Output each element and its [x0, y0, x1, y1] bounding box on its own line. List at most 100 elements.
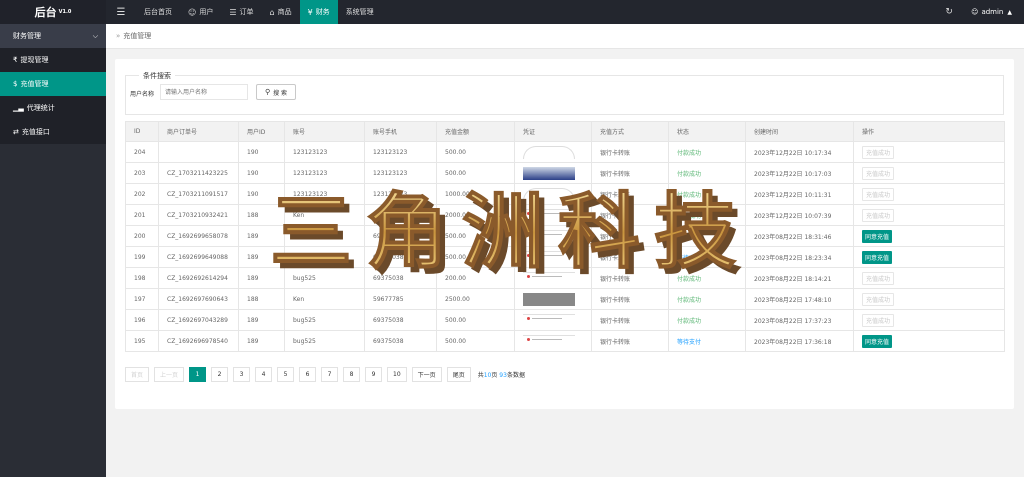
voucher-thumbnail[interactable]	[523, 229, 575, 243]
cell-action: 同意充值	[853, 225, 1005, 247]
voucher-thumbnail[interactable]	[523, 208, 575, 222]
cell-account: Ken	[284, 288, 365, 310]
cell-created: 2023年08月22日 18:31:46	[745, 225, 854, 247]
nav-home[interactable]: 后台首页	[136, 0, 180, 24]
cell-amount: 500.00	[436, 330, 515, 352]
status-badge: 等待支付	[677, 338, 702, 346]
pager-last[interactable]: 尾页	[446, 367, 471, 382]
nav-label: 订单	[239, 8, 254, 16]
cell-uid: 189	[238, 309, 285, 331]
nav-label: 财务	[315, 8, 330, 16]
approve-recharge-button[interactable]: 同意充值	[862, 250, 893, 264]
column-header: 充值方式	[591, 121, 669, 142]
approve-recharge-button[interactable]: 同意充值	[862, 334, 893, 348]
cell-order: CZ_1703210932421	[158, 204, 239, 226]
logo[interactable]: 后台 V1.0	[0, 0, 106, 24]
search-button-label: 搜 索	[273, 89, 288, 97]
nav-products[interactable]: ⌂ 商品	[262, 0, 300, 24]
pager-page[interactable]: 6	[299, 367, 317, 382]
voucher-thumbnail[interactable]	[523, 313, 575, 327]
search-input[interactable]	[160, 84, 248, 100]
nav-system[interactable]: 系统管理	[338, 0, 382, 24]
breadcrumb-current: 充值管理	[123, 32, 152, 40]
cell-phone: 69375038	[364, 309, 437, 331]
cell-phone: 123123123	[364, 141, 437, 163]
search-button[interactable]: ⚲ 搜 索	[256, 84, 296, 100]
pager-page[interactable]: 2	[211, 367, 229, 382]
header-right: ↻ ☺ admin ▲	[937, 0, 1024, 24]
pager-page[interactable]: 7	[321, 367, 339, 382]
breadcrumb: » 充值管理	[106, 24, 1024, 49]
sidebar-group-finance[interactable]: 财务管理 ⌵	[0, 24, 106, 48]
recharge-success-button[interactable]: 充值成功	[862, 145, 895, 159]
pager-page[interactable]: 9	[365, 367, 383, 382]
status-badge: 付款成功	[677, 317, 702, 325]
recharge-success-button[interactable]: 充值成功	[862, 208, 895, 222]
pager-next[interactable]: 下一页	[411, 367, 442, 382]
sidebar-item-withdraw[interactable]: ₹ 提现管理	[0, 48, 106, 72]
nav-users[interactable]: ☺ 用户	[180, 0, 221, 24]
refresh-icon[interactable]: ↻	[937, 0, 961, 24]
voucher-thumbnail[interactable]	[523, 334, 575, 348]
table-row: 198 CZ_1692692614294 189 bug525 69375038 200.…	[125, 267, 1005, 289]
cell-order: CZ_1692697690643	[158, 288, 239, 310]
recharge-success-button[interactable]: 充值成功	[862, 166, 895, 180]
nav-label: 系统管理	[345, 8, 374, 16]
table-row: 204 190 123123123 123123123 500.00 银行卡转账 付款成功 2…	[125, 141, 1005, 163]
column-header: 账号手机	[364, 121, 437, 142]
cell-voucher	[514, 309, 592, 331]
column-header: 凭证	[514, 121, 592, 142]
voucher-thumbnail[interactable]	[523, 292, 575, 306]
pager-page[interactable]: 3	[233, 367, 251, 382]
cell-action: 充值成功	[853, 288, 1005, 310]
cell-voucher	[514, 330, 592, 352]
pager-page[interactable]: 8	[343, 367, 361, 382]
recharge-success-button[interactable]: 充值成功	[862, 271, 895, 285]
cell-phone: 69375038	[364, 246, 437, 268]
cell-status: 付款成功	[668, 309, 746, 331]
cell-order: CZ_1703211091517	[158, 183, 239, 205]
pager-page[interactable]: 5	[277, 367, 295, 382]
pager-page[interactable]: 1	[189, 367, 207, 382]
cell-account: bug525	[284, 225, 365, 247]
cell-action: 充值成功	[853, 309, 1005, 331]
nav-label: 商品	[277, 8, 292, 16]
pager-page[interactable]: 4	[255, 367, 273, 382]
voucher-thumbnail[interactable]	[523, 145, 575, 159]
cell-phone: 69375038	[364, 330, 437, 352]
chart-icon: ▁▃	[13, 104, 24, 112]
pagination: 首页 上一页 1 2 3 4 5 6 7 8 9 10 下一页 尾页 共10页 93条数据	[125, 367, 525, 382]
cell-status: 付款成功	[668, 183, 746, 205]
sidebar-item-recharge[interactable]: $ 充值管理	[0, 72, 106, 96]
voucher-thumbnail[interactable]	[523, 166, 575, 180]
sidebar-item-agent-stats[interactable]: ▁▃ 代理统计	[0, 96, 106, 120]
sidebar-item-recharge-api[interactable]: ⇄ 充值接口	[0, 120, 106, 144]
pager-first[interactable]: 首页	[125, 367, 150, 382]
recharge-success-button[interactable]: 充值成功	[862, 292, 895, 306]
pager-page[interactable]: 10	[387, 367, 407, 382]
status-badge: 付款成功	[677, 275, 702, 283]
nav-orders[interactable]: ☰ 订单	[221, 0, 261, 24]
cell-account: 123123123	[284, 141, 365, 163]
sidebar-item-label: 充值管理	[20, 80, 49, 88]
voucher-thumbnail[interactable]	[523, 187, 575, 201]
cell-voucher	[514, 183, 592, 205]
status-badge: 付款成功	[677, 212, 702, 220]
cell-uid: 189	[238, 225, 285, 247]
cell-amount: 1000.00	[436, 183, 515, 205]
chevron-down-icon: ⌵	[92, 31, 98, 40]
user-icon: ☺	[971, 8, 979, 16]
table-row: 197 CZ_1692697690643 188 Ken 59677785 2500.00…	[125, 288, 1005, 310]
voucher-thumbnail[interactable]	[523, 271, 575, 285]
approve-recharge-button[interactable]: 同意充值	[862, 229, 893, 243]
nav-finance[interactable]: ¥ 财务	[299, 0, 338, 24]
voucher-thumbnail[interactable]	[523, 250, 575, 264]
menu-toggle-icon[interactable]: ☰	[106, 0, 136, 24]
recharge-success-button[interactable]: 充值成功	[862, 187, 895, 201]
table-row: 203 CZ_1703211423225 190 123123123 123123123…	[125, 162, 1005, 184]
user-menu[interactable]: ☺ admin ▲	[961, 0, 1024, 24]
cell-phone: 69375038	[364, 267, 437, 289]
pager-prev[interactable]: 上一页	[154, 367, 185, 382]
cell-voucher	[514, 225, 592, 247]
recharge-success-button[interactable]: 充值成功	[862, 313, 895, 327]
